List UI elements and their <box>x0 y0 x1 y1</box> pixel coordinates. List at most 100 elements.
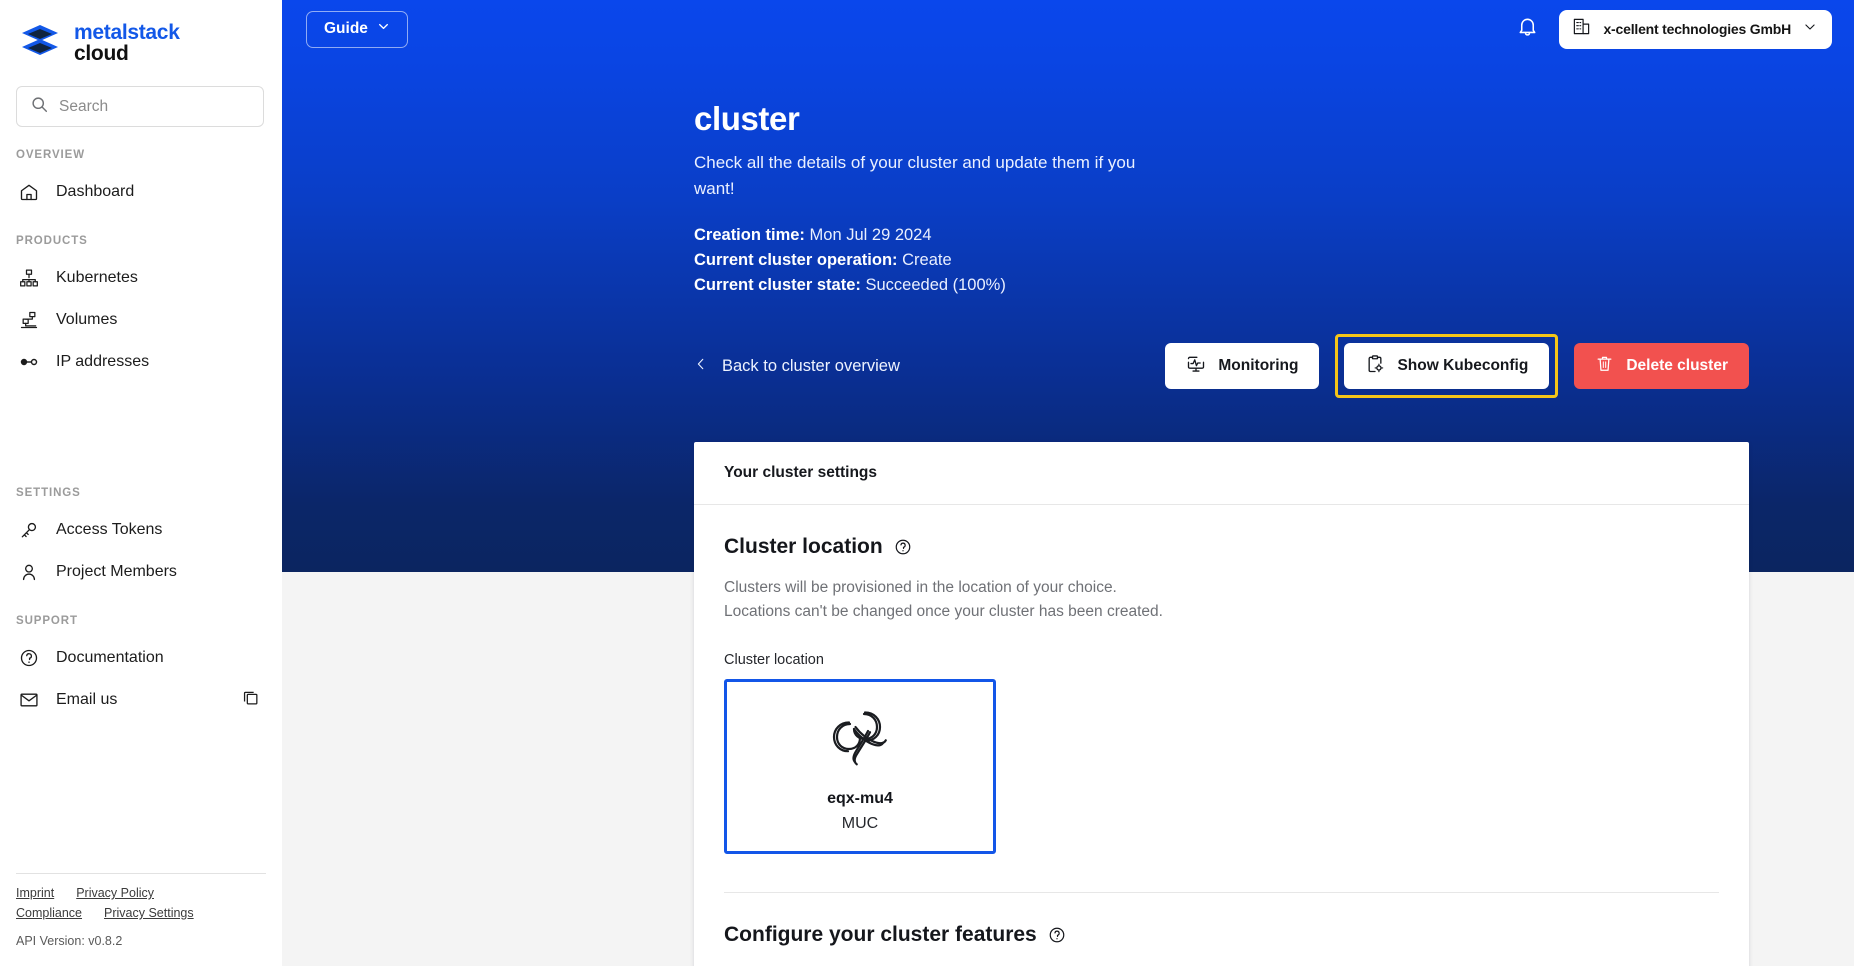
nav-heading-support: SUPPORT <box>16 615 78 627</box>
description-line-1: Clusters will be provisioned in the loca… <box>724 579 1117 597</box>
chevron-down-icon <box>1803 20 1817 39</box>
link-privacy-policy[interactable]: Privacy Policy <box>76 886 154 900</box>
chevron-down-icon <box>377 20 390 38</box>
location-option-card[interactable]: eqx-mu4 MUC <box>724 678 996 854</box>
organization-name: x-cellent technologies GmbH <box>1603 21 1791 37</box>
monitor-activity-icon <box>1186 354 1206 379</box>
back-to-cluster-overview-link[interactable]: Back to cluster overview <box>694 357 900 376</box>
cluster-meta-list: Creation time: Mon Jul 29 2024 Current c… <box>694 223 1854 298</box>
question-circle-icon <box>18 647 40 669</box>
meta-current-operation: Current cluster operation: Create <box>694 248 1854 273</box>
user-icon <box>18 561 40 583</box>
sidebar-item-label: Access Tokens <box>56 521 163 538</box>
show-kubeconfig-highlight: Show Kubeconfig <box>1335 334 1559 399</box>
brand-wordmark: metalstack cloud <box>74 21 180 65</box>
brand-line-2: cloud <box>74 42 129 65</box>
building-icon <box>1572 17 1591 41</box>
legal-links: Imprint Privacy Policy Compliance Privac… <box>0 874 282 920</box>
cluster-location-section: Cluster location Clusters will be provis… <box>694 505 1749 893</box>
sidebar-item-kubernetes[interactable]: Kubernetes <box>0 257 282 299</box>
brand-logo[interactable]: metalstack cloud <box>0 0 282 72</box>
show-kubeconfig-button[interactable]: Show Kubeconfig <box>1344 343 1550 390</box>
monitoring-button-label: Monitoring <box>1218 357 1299 375</box>
cluster-settings-card: Your cluster settings Cluster location C… <box>694 442 1749 966</box>
next-section-title: Configure your cluster features <box>724 922 1037 946</box>
location-code: MUC <box>841 814 879 832</box>
link-compliance[interactable]: Compliance <box>16 906 82 920</box>
sidebar-item-label: Documentation <box>56 649 164 666</box>
cluster-location-title: Cluster location <box>724 535 883 559</box>
home-icon <box>18 181 40 203</box>
organization-selector[interactable]: x-cellent technologies GmbH <box>1559 9 1832 49</box>
sidebar-item-access-tokens[interactable]: Access Tokens <box>0 509 282 551</box>
volumes-icon <box>18 309 40 331</box>
search-icon <box>31 96 48 118</box>
sidebar-nav: OVERVIEW Dashboard PRODUCTS Kubernetes V… <box>0 127 282 721</box>
meta-label: Creation time: <box>694 226 805 244</box>
delete-cluster-button[interactable]: Delete cluster <box>1574 343 1749 390</box>
key-icon <box>18 519 40 541</box>
sidebar-item-documentation[interactable]: Documentation <box>0 637 282 679</box>
ip-address-icon <box>18 351 40 373</box>
back-link-label: Back to cluster overview <box>722 356 900 375</box>
question-circle-icon[interactable] <box>1048 926 1066 944</box>
sidebar-item-dashboard[interactable]: Dashboard <box>0 171 282 213</box>
hero-content: cluster Check all the details of your cl… <box>282 58 1854 298</box>
meta-value: Succeeded (100%) <box>865 276 1006 295</box>
notification-bell-icon[interactable] <box>1516 15 1539 43</box>
link-privacy-settings[interactable]: Privacy Settings <box>104 906 194 920</box>
meta-current-state: Current cluster state: Succeeded (100%) <box>694 273 1854 298</box>
trash-icon <box>1595 354 1614 378</box>
mail-icon <box>18 689 40 711</box>
show-kubeconfig-button-label: Show Kubeconfig <box>1397 357 1529 375</box>
copy-icon[interactable] <box>241 688 260 712</box>
actions-row: Back to cluster overview Monitoring Show… <box>694 334 1749 399</box>
sidebar-item-label: Volumes <box>56 311 118 328</box>
topbar-right-group: x-cellent technologies GmbH <box>1516 9 1832 49</box>
sidebar-item-project-members[interactable]: Project Members <box>0 551 282 593</box>
search-input[interactable]: Search <box>16 86 264 127</box>
cluster-location-description: Clusters will be provisioned in the loca… <box>724 576 1719 624</box>
sidebar-item-label: IP addresses <box>56 353 150 370</box>
section-title-row: Cluster location <box>724 535 1719 559</box>
link-imprint[interactable]: Imprint <box>16 886 54 900</box>
cluster-action-buttons: Monitoring Show Kubeconfig Delete cluste… <box>1165 334 1749 399</box>
sidebar-item-label: Project Members <box>56 563 177 580</box>
meta-label: Current cluster operation: <box>694 251 898 270</box>
chevron-left-icon <box>694 357 708 376</box>
kubernetes-icon <box>18 267 40 289</box>
app-root: metalstack cloud Search OVERVIEW Dashboa… <box>0 0 1854 966</box>
sidebar: metalstack cloud Search OVERVIEW Dashboa… <box>0 0 282 966</box>
delete-cluster-button-label: Delete cluster <box>1626 357 1728 375</box>
nav-heading-settings: SETTINGS <box>16 487 81 499</box>
description-line-2: Locations can't be changed once your clu… <box>724 603 1163 621</box>
sidebar-item-label: Kubernetes <box>56 269 138 286</box>
main-content: Guide x-cellent technologies GmbH cluste… <box>282 0 1854 966</box>
sidebar-item-label: Dashboard <box>56 183 135 200</box>
guide-dropdown-button[interactable]: Guide <box>306 10 408 48</box>
sidebar-item-volumes[interactable]: Volumes <box>0 299 282 341</box>
monitoring-button[interactable]: Monitoring <box>1165 343 1320 390</box>
sidebar-item-label: Email us <box>56 691 118 708</box>
page-subtitle: Check all the details of your cluster an… <box>694 153 1136 198</box>
meta-value: Create <box>902 251 952 270</box>
pretzel-icon <box>824 706 896 773</box>
metalstack-logo-icon <box>18 21 62 65</box>
next-section-title-row: Configure your cluster features <box>694 893 1749 966</box>
page-title: cluster <box>694 100 800 137</box>
question-circle-icon[interactable] <box>894 538 912 556</box>
nav-heading-products: PRODUCTS <box>16 235 88 247</box>
nav-heading-overview: OVERVIEW <box>16 149 85 161</box>
sidebar-item-ip-addresses[interactable]: IP addresses <box>0 341 282 383</box>
guide-label: Guide <box>324 20 368 37</box>
sidebar-item-email-us[interactable]: Email us <box>0 679 282 721</box>
meta-creation-time: Creation time: Mon Jul 29 2024 <box>694 223 1854 248</box>
location-name: eqx-mu4 <box>827 789 893 807</box>
topbar: Guide x-cellent technologies GmbH <box>282 0 1854 58</box>
cluster-location-field-label: Cluster location <box>724 651 824 668</box>
api-version-label: API Version: v0.8.2 <box>16 934 123 948</box>
card-header: Your cluster settings <box>724 464 878 482</box>
